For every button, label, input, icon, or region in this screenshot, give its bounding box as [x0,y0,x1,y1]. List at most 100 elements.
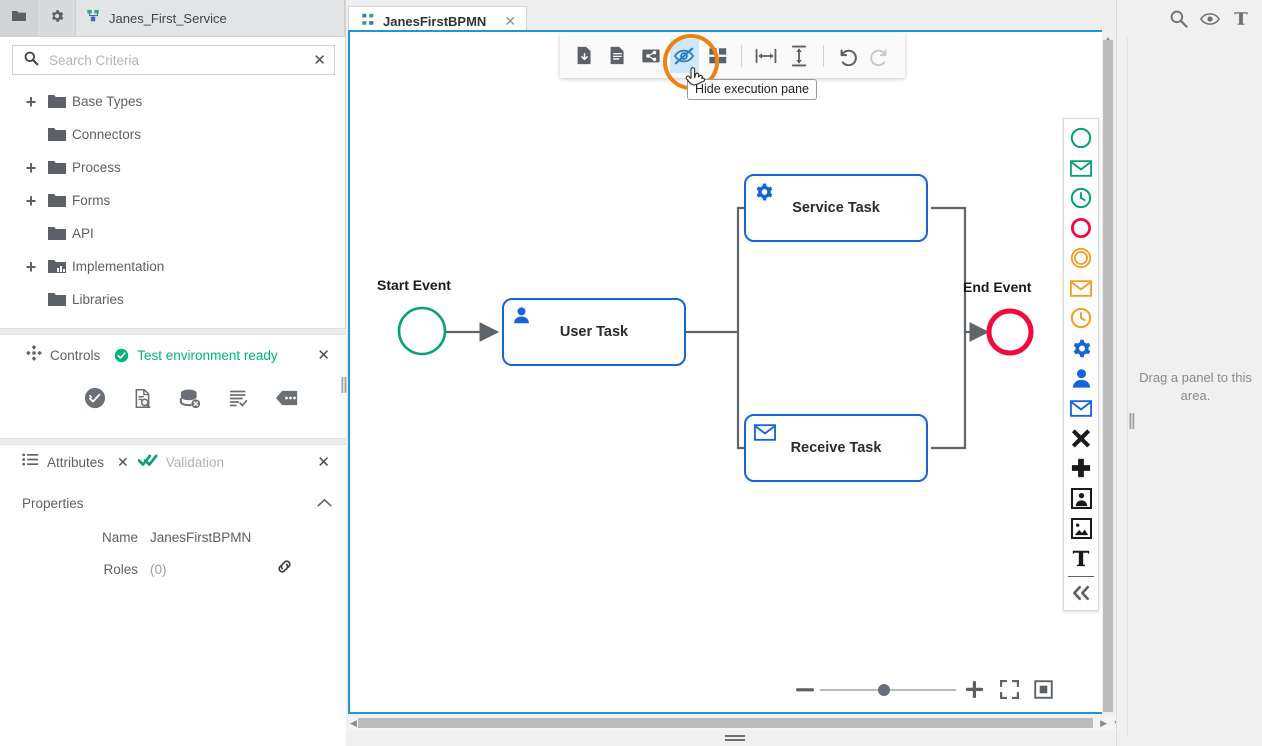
double-check-icon [138,452,158,473]
bpmn-icon [361,13,375,31]
tree-item-label: Forms [72,193,110,208]
tree-item-implementation[interactable]: + Implementation [0,250,345,283]
property-key: Roles [22,562,150,577]
fullscreen-button[interactable] [992,680,1026,699]
tab-validation[interactable]: Validation [138,445,224,479]
share-button[interactable] [637,39,666,73]
expand-icon[interactable]: + [20,159,42,177]
dock-drop-area[interactable]: Drag a panel to this area. [1127,37,1262,737]
tree-item-base-types[interactable]: + Base Types [0,85,345,118]
link-icon[interactable] [275,557,294,581]
run-test-button[interactable] [84,387,106,409]
start-event-tool[interactable] [1066,123,1096,153]
receive-task-node[interactable]: Receive Task [744,414,928,482]
folder-tab[interactable] [0,0,38,36]
attributes-tabbar: Attributes ✕ Validation ✕ [0,445,346,479]
left-tabbar: Janes_First_Service [0,0,345,37]
log-button[interactable] [228,388,249,409]
start-event-node[interactable] [396,305,448,362]
scroll-left-arrow-icon[interactable]: ◀ [350,718,357,729]
expand-icon[interactable]: + [20,93,42,111]
panel-divider[interactable] [0,328,346,335]
search-icon[interactable] [1169,9,1188,28]
import-button[interactable] [570,39,599,73]
zoom-slider-handle[interactable] [878,684,890,696]
chevron-up-icon[interactable] [317,494,332,512]
expand-icon[interactable]: + [20,192,42,210]
message-start-event-tool[interactable] [1066,153,1096,183]
attributes-panel: Attributes ✕ Validation ✕ Properties [0,445,346,746]
service-task-node[interactable]: Service Task [744,174,928,242]
tree-item-forms[interactable]: + Forms [0,184,345,217]
distribute-horizontal-button[interactable] [751,39,780,73]
service-task-tool[interactable] [1066,333,1096,363]
expand-icon[interactable]: + [20,258,42,276]
tree-item-label: Process [72,160,121,175]
zoom-out-button[interactable] [790,687,820,693]
left-splitter-grip[interactable] [340,376,348,394]
fit-to-screen-button[interactable] [1026,680,1060,699]
receive-task-tool[interactable] [1066,393,1096,423]
scroll-up-arrow-icon[interactable] [1104,31,1112,39]
eye-icon[interactable] [1200,12,1220,26]
user-task-tool[interactable] [1066,363,1096,393]
settings-tab[interactable] [38,0,76,36]
distribute-vertical-button[interactable] [784,39,813,73]
message-intermediate-event-tool[interactable] [1066,273,1096,303]
close-attributes-tab-icon[interactable]: ✕ [117,454,129,471]
list-icon [22,452,39,472]
end-event-tool[interactable] [1066,213,1096,243]
service-icon [86,9,101,28]
scroll-right-arrow-icon[interactable]: ▶ [1100,718,1107,729]
user-task-node[interactable]: User Task [502,298,686,366]
property-key: Name [22,530,150,545]
close-tab-icon[interactable]: ✕ [504,13,516,30]
pool-tool[interactable] [1066,483,1096,513]
parallel-gateway-tool[interactable] [1066,453,1096,483]
document-button[interactable] [603,39,632,73]
zoom-in-button[interactable] [956,680,992,699]
text-format-icon[interactable] [1232,9,1250,28]
collapse-palette-button[interactable] [1066,578,1096,608]
service-tab[interactable]: Janes_First_Service [76,0,345,36]
folder-impl-icon [42,259,72,274]
tree-item-api[interactable]: + API [0,217,345,250]
property-row-name: Name JanesFirstBPMN [0,521,346,553]
tree-item-connectors[interactable]: + Connectors [0,118,345,151]
dock-grip-handle[interactable] [1128,412,1136,430]
horizontal-scrollbar[interactable]: ◀ ▶ [348,716,1110,730]
tree-item-label: Libraries [72,292,124,307]
vertical-scrollbar[interactable] [1102,30,1114,714]
more-options-button[interactable] [275,390,298,406]
inspect-document-button[interactable] [132,388,153,409]
search-box[interactable]: ✕ [12,45,335,75]
close-validation-tab-icon[interactable]: ✕ [317,455,330,470]
redo-button[interactable] [866,39,895,73]
tab-attributes[interactable]: Attributes [22,445,104,479]
folder-icon [42,94,72,109]
clear-search-icon[interactable]: ✕ [313,53,326,68]
text-tool[interactable] [1066,543,1096,573]
tree-item-process[interactable]: + Process [0,151,345,184]
vertical-scroll-thumb[interactable] [1103,40,1113,712]
properties-section-header[interactable]: Properties [0,485,346,521]
search-input[interactable] [49,53,303,68]
clear-database-button[interactable] [179,388,202,409]
timer-start-event-tool[interactable] [1066,183,1096,213]
end-event-node[interactable] [984,306,1036,363]
undo-button[interactable] [832,39,861,73]
toolbar-divider [741,45,742,67]
image-tool[interactable] [1066,513,1096,543]
timer-intermediate-event-tool[interactable] [1066,303,1096,333]
zoom-slider[interactable] [820,682,956,698]
close-controls-icon[interactable]: ✕ [317,348,330,363]
horizontal-scroll-thumb[interactable] [358,718,1093,728]
grid-layout-button[interactable] [703,39,732,73]
intermediate-event-tool[interactable] [1066,243,1096,273]
controls-header: Controls Test environment ready ✕ [0,335,346,375]
exclusive-gateway-tool[interactable] [1066,423,1096,453]
resize-grip[interactable] [346,730,1124,746]
bpmn-canvas[interactable]: Start Event User Task Service Task [350,32,1102,712]
tree-item-libraries[interactable]: + Libraries [0,283,345,316]
panel-divider-2[interactable] [0,438,346,445]
